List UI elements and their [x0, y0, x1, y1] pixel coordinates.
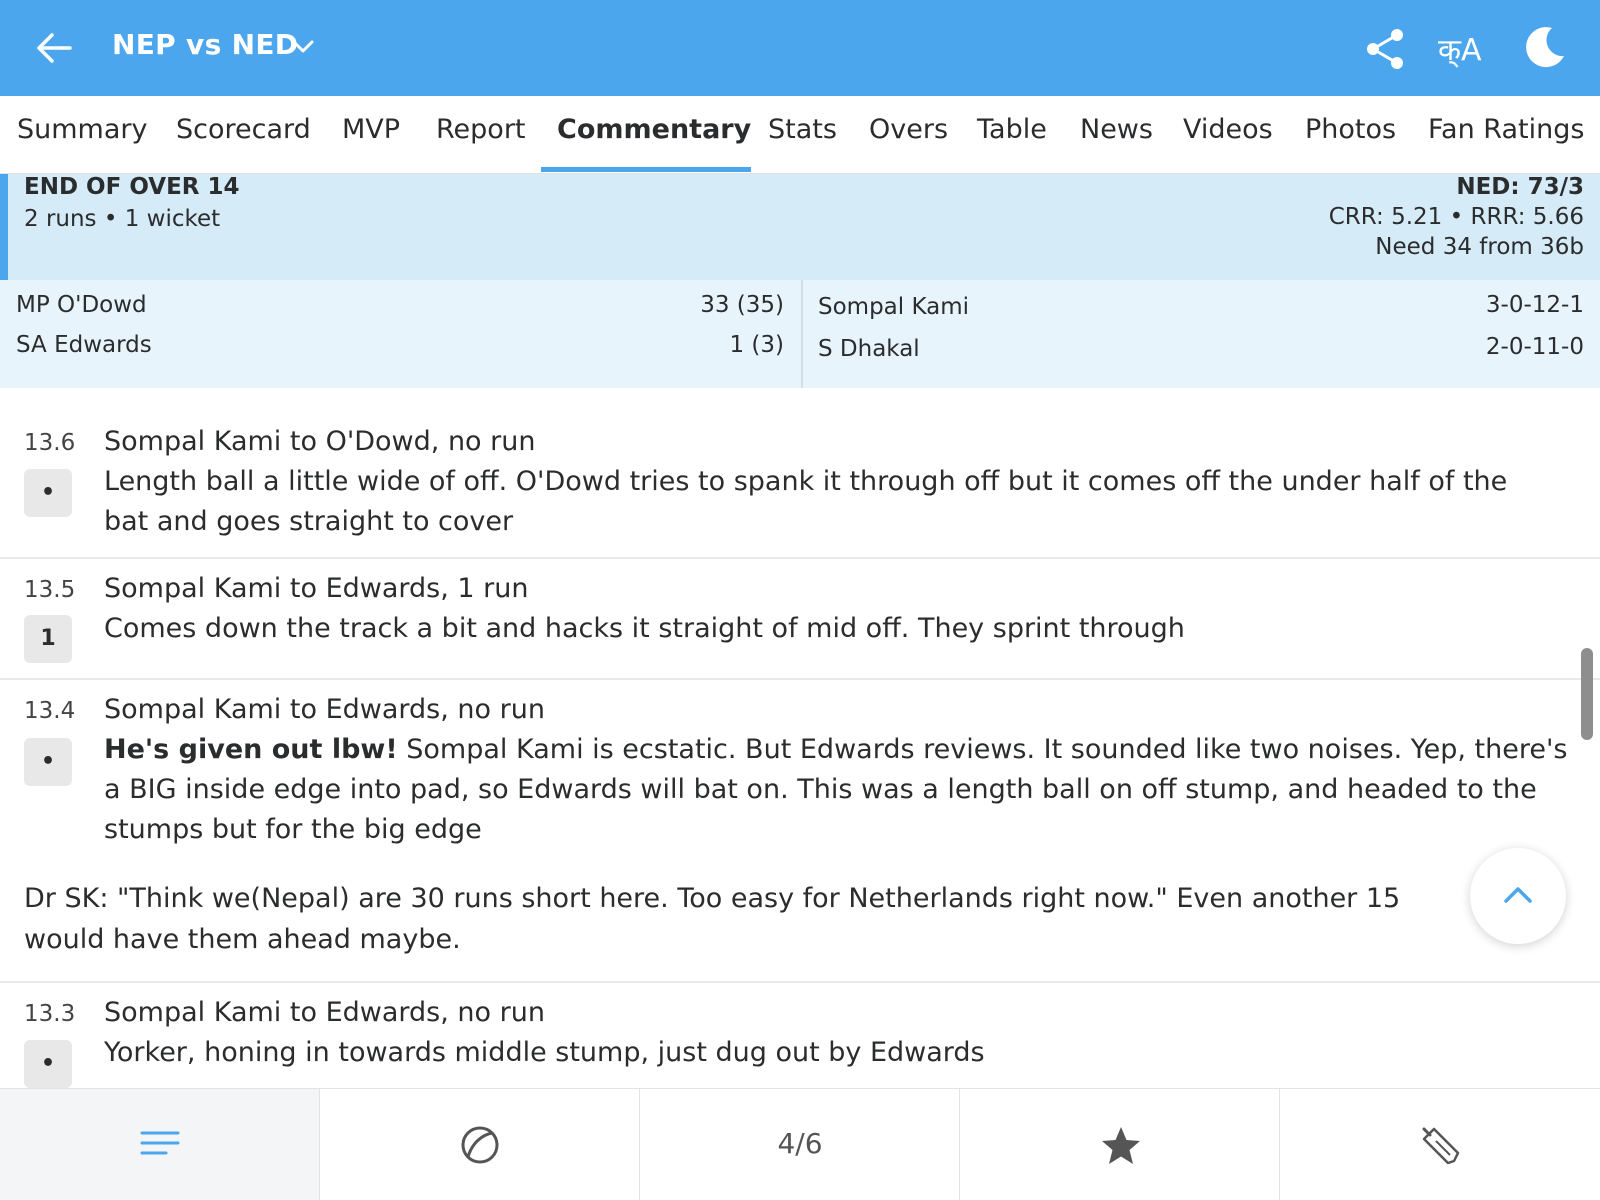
menu-lines-icon	[140, 1131, 180, 1155]
tab-report[interactable]: Report	[436, 114, 526, 174]
commentary-highlight: He's given out lbw!	[104, 734, 398, 765]
over-runs-wickets: 2 runs • 1 wicket	[24, 206, 221, 232]
commentary-headline: Sompal Kami to Edwards, no run	[104, 997, 545, 1028]
active-tab-indicator	[541, 167, 751, 172]
tab-overs[interactable]: Overs	[869, 114, 948, 174]
nav-bat[interactable]	[1280, 1089, 1600, 1200]
over-summary: END OF OVER 14 2 runs • 1 wicket NED: 73…	[0, 174, 1600, 280]
over-title: END OF OVER 14	[24, 174, 240, 200]
tab-news[interactable]: News	[1080, 114, 1153, 174]
commentary-text: Yorker, honing in towards middle stump, …	[104, 1037, 985, 1068]
commentary-item: 13.6 • Sompal Kami to O'Dowd, no run Len…	[0, 388, 1600, 558]
panel-divider	[801, 280, 803, 388]
nav-counter[interactable]: 4/6	[640, 1089, 960, 1200]
scroll-top-button[interactable]	[1470, 848, 1566, 944]
ball-icon	[461, 1126, 499, 1164]
app-bar: NEP vs NED क्A	[0, 0, 1600, 96]
team-score: NED: 73/3	[1456, 174, 1584, 200]
scrollbar-thumb[interactable]	[1581, 648, 1593, 740]
commentary-headline: Sompal Kami to Edwards, no run	[104, 694, 545, 725]
ball-number: 13.6	[24, 430, 76, 456]
commentary-headline: Sompal Kami to O'Dowd, no run	[104, 426, 536, 457]
tab-scorecard[interactable]: Scorecard	[176, 114, 311, 174]
bowler-name[interactable]: Sompal Kami	[818, 294, 969, 320]
ball-number: 13.3	[24, 1001, 76, 1027]
reader-comment: Dr SK: "Think we(Nepal) are 30 runs shor…	[24, 883, 1401, 955]
batter-score: 33 (35)	[700, 292, 784, 318]
tab-mvp[interactable]: MVP	[342, 114, 400, 174]
commentary-headline: Sompal Kami to Edwards, 1 run	[104, 573, 529, 604]
run-rates: CRR: 5.21 • RRR: 5.66	[1328, 204, 1584, 230]
ball-result-badge: •	[24, 469, 72, 517]
tab-stats[interactable]: Stats	[768, 114, 837, 174]
accent-bar	[0, 174, 8, 280]
chevron-up-icon	[1504, 887, 1532, 903]
ball-result-badge: 1	[24, 615, 72, 663]
batter-name[interactable]: SA Edwards	[16, 332, 152, 358]
page-counter: 4/6	[777, 1127, 823, 1160]
commentary-item: 13.5 1 Sompal Kami to Edwards, 1 run Com…	[0, 559, 1600, 679]
match-title[interactable]: NEP vs NED	[112, 28, 298, 61]
commentary-text: Length ball a little wide of off. O'Dowd…	[104, 466, 1508, 537]
bat-icon	[1422, 1127, 1460, 1165]
bowler-figures: 2-0-11-0	[1485, 334, 1584, 360]
batter-name[interactable]: MP O'Dowd	[16, 292, 147, 318]
commentary-text: Comes down the track a bit and hacks it …	[104, 613, 1185, 644]
nav-commentary[interactable]	[0, 1089, 320, 1200]
tab-table[interactable]: Table	[977, 114, 1047, 174]
batter-score: 1 (3)	[729, 332, 784, 358]
tab-photos[interactable]: Photos	[1305, 114, 1396, 174]
chevron-down-icon[interactable]	[290, 36, 316, 58]
tab-bar: Summary Scorecard MVP Report Commentary …	[0, 96, 1600, 174]
tab-commentary[interactable]: Commentary	[557, 114, 751, 174]
bowler-name[interactable]: S Dhakal	[818, 336, 920, 362]
runs-needed: Need 34 from 36b	[1375, 234, 1584, 260]
moon-icon[interactable]	[1522, 24, 1568, 70]
bottom-nav: 4/6	[0, 1088, 1600, 1200]
ball-result-badge: •	[24, 738, 72, 786]
tab-fan-ratings[interactable]: Fan Ratings	[1428, 114, 1584, 174]
ball-result-badge: •	[24, 1040, 72, 1088]
ball-number: 13.5	[24, 577, 76, 603]
share-icon[interactable]	[1364, 27, 1406, 71]
ball-number: 13.4	[24, 698, 76, 724]
bowler-figures: 3-0-12-1	[1485, 292, 1584, 318]
commentary-item: 13.3 • Sompal Kami to Edwards, no run Yo…	[0, 983, 1600, 1088]
tab-videos[interactable]: Videos	[1183, 114, 1273, 174]
nav-favorites[interactable]	[960, 1089, 1280, 1200]
back-arrow-icon[interactable]	[34, 28, 74, 68]
star-icon	[1102, 1127, 1140, 1164]
tab-summary[interactable]: Summary	[17, 114, 147, 174]
language-icon[interactable]: क्A	[1438, 28, 1482, 69]
commentary-text: He's given out lbw! Sompal Kami is ecsta…	[104, 730, 1574, 850]
players-panel: MP O'Dowd 33 (35) SA Edwards 1 (3) Sompa…	[0, 280, 1600, 388]
nav-ball[interactable]	[320, 1089, 640, 1200]
commentary-item: 13.4 • Sompal Kami to Edwards, no run He…	[0, 680, 1600, 860]
